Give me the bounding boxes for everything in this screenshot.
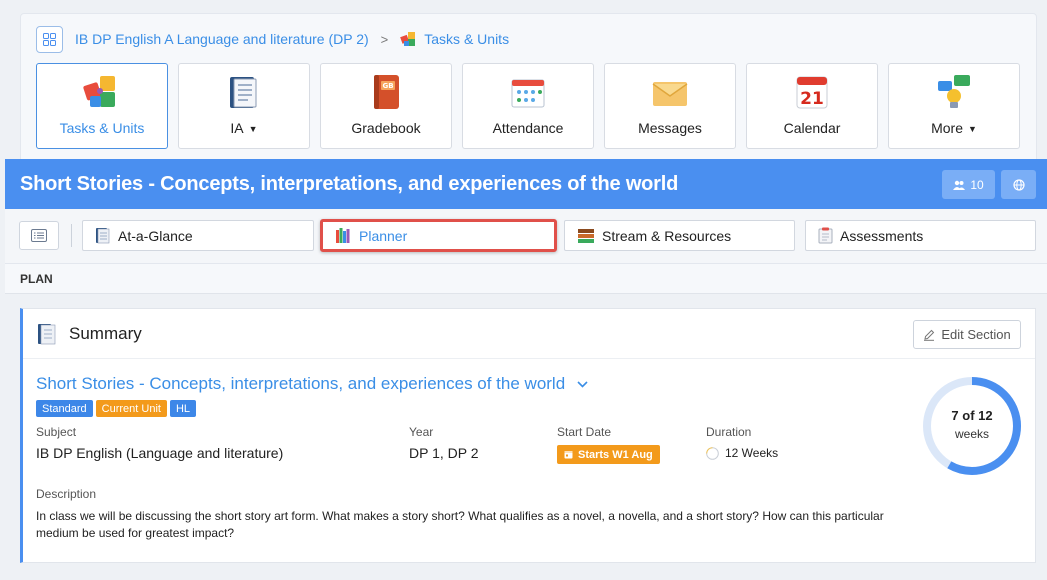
attendance-calendar-icon [508, 72, 548, 112]
summary-card: Summary Edit Section Short Stories - Con… [20, 308, 1036, 563]
unit-title-text: Short Stories - Concepts, interpretation… [36, 374, 566, 393]
description-text: In class we will be discussing the short… [36, 509, 884, 540]
tab-planner[interactable]: Planner [320, 219, 557, 252]
breadcrumb-current[interactable]: Tasks & Units [424, 31, 509, 47]
summary-heading: Summary [69, 323, 142, 343]
summary-header: Summary Edit Section [23, 309, 1035, 359]
tab-label: Assessments [840, 227, 924, 244]
breadcrumb: IB DP English A Language and literature … [36, 25, 509, 53]
unit-header: Short Stories - Concepts, interpretation… [5, 159, 1047, 209]
list-icon [31, 229, 47, 242]
tile-attendance[interactable]: Attendance [462, 63, 594, 149]
course-nav-card: IB DP English A Language and literature … [20, 13, 1037, 163]
notebook-icon [96, 228, 110, 244]
tile-label: Gradebook [351, 120, 421, 136]
outline-toggle-button[interactable] [19, 221, 59, 250]
tile-label: IA [230, 120, 244, 136]
duration-label: Duration [706, 425, 752, 439]
tile-gradebook[interactable]: GB Gradebook [320, 63, 452, 149]
member-count: 10 [970, 177, 984, 192]
tool-tiles: Tasks & Units IA ▼ GB Gradebook Attendan… [36, 63, 1020, 149]
tile-more[interactable]: More ▼ [888, 63, 1020, 149]
year-value: DP 1, DP 2 [409, 445, 479, 461]
svg-text:GB: GB [382, 82, 393, 90]
unit-title[interactable]: Short Stories - Concepts, interpretation… [36, 374, 588, 394]
breadcrumb-separator: > [380, 31, 389, 47]
gradebook-icon: GB [366, 72, 406, 112]
calendar-icon [564, 451, 573, 459]
puzzle-icon [400, 32, 416, 46]
caret-down-icon: ▼ [967, 124, 977, 134]
globe-button[interactable] [1001, 170, 1036, 199]
clipboard-icon [818, 227, 833, 244]
tab-label: At-a-Glance [118, 227, 193, 244]
duration: 12 Weeks [706, 446, 778, 460]
users-icon [953, 180, 966, 190]
chevron-down-icon[interactable] [577, 380, 588, 388]
divider [71, 224, 72, 247]
people-chat-icon [934, 72, 974, 112]
start-date-value: Starts W1 Aug [578, 448, 653, 461]
badge-current-unit: Current Unit [95, 400, 167, 417]
breadcrumb-course-link[interactable]: IB DP English A Language and literature … [75, 31, 369, 47]
duration-value: 12 Weeks [725, 446, 779, 460]
subject-value: IB DP English (Language and literature) [36, 445, 284, 461]
edit-section-label: Edit Section [941, 327, 1011, 342]
apps-grid-button[interactable] [36, 25, 63, 53]
stack-icon [578, 228, 594, 243]
tile-label: Messages [638, 120, 702, 136]
tile-label: More [931, 120, 963, 136]
badge-standard: Standard [36, 400, 93, 417]
tab-at-a-glance[interactable]: At-a-Glance [82, 220, 314, 251]
tile-label: Calendar [783, 120, 841, 136]
progress-unit: weeks [954, 427, 989, 441]
tile-tasks-units[interactable]: Tasks & Units [36, 63, 168, 149]
calendar-icon: 21 [792, 72, 832, 112]
notebook-icon [38, 323, 56, 344]
envelope-icon [650, 72, 690, 112]
year-label: Year [409, 425, 434, 439]
tile-ia[interactable]: IA ▼ [178, 63, 310, 149]
notebook-icon [224, 72, 264, 112]
tab-stream-resources[interactable]: Stream & Resources [564, 220, 795, 251]
unit-badges: Standard Current Unit HL [36, 400, 197, 417]
caret-down-icon: ▼ [248, 124, 258, 134]
clock-icon [706, 446, 719, 460]
pencil-icon [924, 329, 935, 341]
description-label: Description [36, 487, 97, 501]
unit-tabs: At-a-Glance Planner Stream & Resources A… [5, 209, 1047, 264]
start-date-badge: Starts W1 Aug [557, 445, 660, 464]
tab-assessments[interactable]: Assessments [805, 220, 1036, 251]
section-label: PLAN [5, 264, 1047, 294]
books-icon [336, 228, 350, 243]
tile-calendar[interactable]: 21 Calendar [746, 63, 878, 149]
globe-icon [1012, 178, 1025, 191]
tile-messages[interactable]: Messages [604, 63, 736, 149]
progress-text: 7 of 12 weeks [920, 408, 1024, 441]
edit-section-button[interactable]: Edit Section [913, 320, 1021, 349]
tab-label: Stream & Resources [602, 227, 732, 244]
subject-label: Subject [36, 425, 77, 439]
badge-hl: HL [169, 400, 197, 417]
calendar-day: 21 [800, 89, 824, 109]
members-button[interactable]: 10 [942, 170, 995, 199]
tile-label: Attendance [492, 120, 564, 136]
puzzle-icon [82, 72, 122, 112]
tile-label: Tasks & Units [59, 120, 145, 136]
page-title: Short Stories - Concepts, interpretation… [20, 172, 679, 195]
start-date-label: Start Date [557, 425, 612, 439]
tab-label: Planner [359, 227, 408, 244]
progress-count: 7 of 12 [951, 408, 993, 423]
grid-icon [43, 32, 56, 46]
